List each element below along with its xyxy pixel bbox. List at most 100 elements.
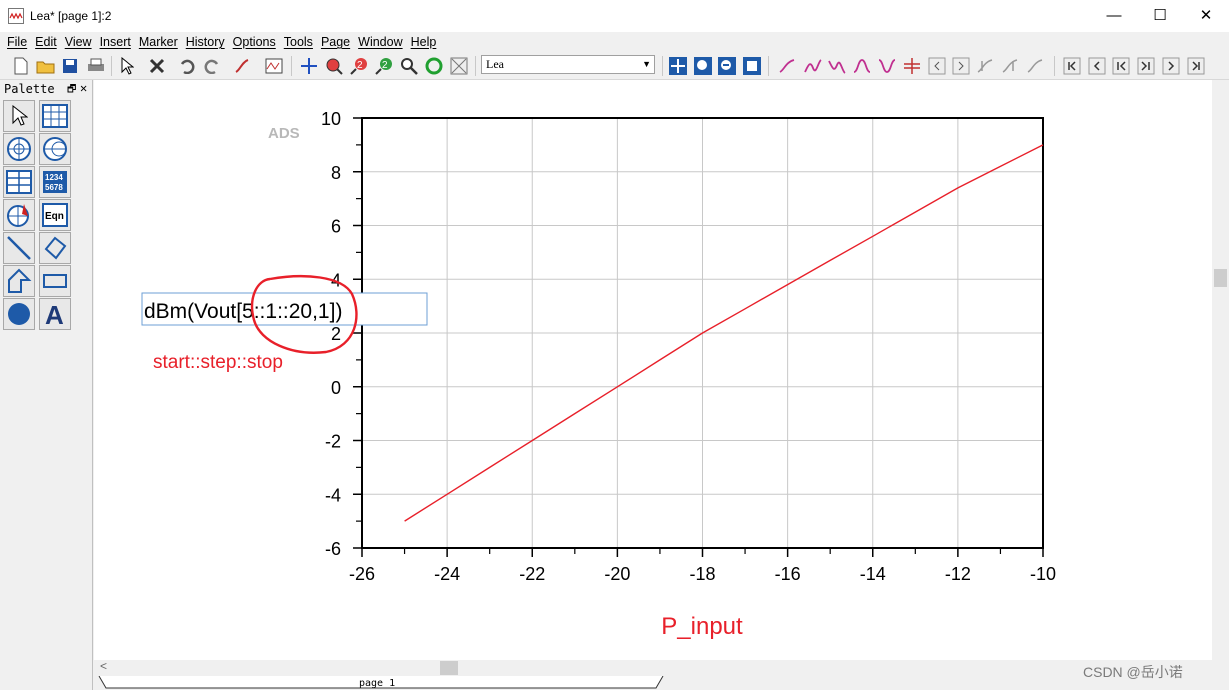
prev-step-button[interactable] (1110, 55, 1132, 77)
minimize-button[interactable]: — (1091, 0, 1137, 30)
scroll-left-icon[interactable]: < (100, 659, 107, 673)
menu-insert[interactable]: Insert (96, 35, 135, 49)
prev-page-button[interactable] (1086, 55, 1108, 77)
prev-step-icon (1112, 57, 1130, 75)
svg-text:2: 2 (357, 60, 363, 71)
palette-equation-button[interactable]: Eqn (39, 199, 71, 231)
zoom-area-icon (326, 58, 343, 75)
horizontal-scrollbar[interactable]: < (94, 659, 1212, 676)
marker-max-button[interactable] (802, 55, 824, 77)
pin-icon[interactable]: 🗗 (67, 82, 76, 99)
palette-rect-plot-button[interactable] (39, 100, 71, 132)
magnifier-icon (401, 58, 418, 75)
minimize-icon: — (1106, 6, 1122, 24)
new-file-icon (14, 57, 28, 75)
palette-line-button[interactable] (3, 232, 35, 264)
plot-tick-labels: -26 -24 -22 -20 -18 -16 -14 -12 -10-6-4-20246810 (321, 109, 1056, 584)
first-page-button[interactable] (1061, 55, 1083, 77)
pan-button[interactable] (667, 55, 689, 77)
palette-stack-button[interactable] (3, 166, 35, 198)
pointer-icon (121, 57, 134, 75)
y-tick-label: 8 (331, 163, 341, 183)
marker-peak-icon (853, 59, 871, 73)
last-page-button[interactable] (1185, 55, 1207, 77)
view-all-button[interactable] (448, 55, 470, 77)
menu-history[interactable]: History (182, 35, 229, 49)
undo-button[interactable] (176, 55, 198, 77)
save-button[interactable] (59, 55, 81, 77)
palette-list-button[interactable]: 1234 5678 (39, 166, 71, 198)
zoom-in-button[interactable]: 2 (348, 55, 370, 77)
toolbar-separator (111, 56, 112, 76)
zoom-box-out-button[interactable] (716, 55, 738, 77)
menu-page[interactable]: Page (317, 35, 354, 49)
marker-left-button[interactable] (975, 55, 997, 77)
marker-right-button[interactable] (1000, 55, 1022, 77)
polyline-icon (44, 236, 67, 260)
close-icon[interactable]: ✕ (80, 81, 87, 95)
range-annotation: start::step::stop (153, 352, 283, 373)
next-step-button[interactable] (1135, 55, 1157, 77)
equation-label: Eqn (45, 211, 64, 222)
next-page-icon (1162, 57, 1180, 75)
window-select[interactable]: Lea ▼ (481, 55, 655, 74)
palette-antenna-button[interactable] (3, 199, 35, 231)
print-button[interactable] (85, 55, 107, 77)
maximize-button[interactable]: ☐ (1137, 0, 1183, 30)
marker-move-button[interactable] (1025, 55, 1047, 77)
zoom-fit-icon (743, 57, 761, 75)
zoom-fit-button[interactable] (741, 55, 763, 77)
vertical-scroll-thumb[interactable] (1214, 269, 1227, 287)
new-file-button[interactable] (10, 55, 32, 77)
delete-icon (149, 58, 165, 74)
marker-left-icon (977, 59, 993, 73)
open-button[interactable] (35, 55, 57, 77)
marker-min-button[interactable] (826, 55, 848, 77)
palette-text-button[interactable]: A (39, 298, 71, 330)
x-tick-label: -14 (860, 564, 886, 584)
plot-canvas[interactable]: -26 -24 -22 -20 -18 -16 -14 -12 -10 -6 -4 -2 0 2 4 6 8 10… (94, 80, 1212, 660)
close-button[interactable]: ✕ (1183, 0, 1229, 30)
next-page-button[interactable] (1160, 55, 1182, 77)
menu-tools[interactable]: Tools (280, 35, 317, 49)
palette-polygon-button[interactable] (3, 265, 35, 297)
zoom-button[interactable] (398, 55, 420, 77)
svg-text:A: A (45, 301, 64, 327)
prev-page-icon (1088, 57, 1106, 75)
menu-options[interactable]: Options (229, 35, 280, 49)
menu-help[interactable]: Help (407, 35, 441, 49)
palette-select-button[interactable] (3, 100, 35, 132)
move-button[interactable] (298, 55, 320, 77)
marker-delta-button[interactable] (901, 55, 923, 77)
zoom-out-button[interactable]: 2 (373, 55, 395, 77)
refresh-button[interactable] (423, 55, 445, 77)
vertical-scrollbar[interactable] (1212, 80, 1229, 660)
insert-trace-button[interactable] (232, 55, 254, 77)
horizontal-scroll-thumb[interactable] (440, 661, 458, 675)
palette-polar-button[interactable] (3, 133, 35, 165)
menu-view[interactable]: View (61, 35, 96, 49)
marker-new-button[interactable] (777, 55, 799, 77)
marker-prev-button[interactable] (926, 55, 948, 77)
zoom-box-in-button[interactable] (692, 55, 714, 77)
palette-rectangle-button[interactable] (39, 265, 71, 297)
zoom-area-button[interactable] (323, 55, 345, 77)
menu-marker[interactable]: Marker (135, 35, 182, 49)
marker-next-button[interactable] (950, 55, 972, 77)
maximize-icon: ☐ (1153, 7, 1167, 24)
redo-button[interactable] (201, 55, 223, 77)
insert-plot-button[interactable] (263, 55, 285, 77)
rect-plot[interactable]: -26 -24 -22 -20 -18 -16 -14 -12 -10-6-4-20246810… (94, 80, 1212, 660)
palette-smith-button[interactable] (39, 133, 71, 165)
marker-right-icon (1002, 59, 1018, 73)
menu-window[interactable]: Window (354, 35, 406, 49)
marker-valley-button[interactable] (876, 55, 898, 77)
marker-peak-button[interactable] (851, 55, 873, 77)
y-tick-label: -2 (325, 432, 341, 452)
select-button[interactable] (116, 55, 138, 77)
menu-edit[interactable]: Edit (31, 35, 61, 49)
delete-button[interactable] (146, 55, 168, 77)
palette-circle-button[interactable] (3, 298, 35, 330)
palette-polyline-button[interactable] (39, 232, 71, 264)
menu-file[interactable]: File (3, 35, 31, 49)
